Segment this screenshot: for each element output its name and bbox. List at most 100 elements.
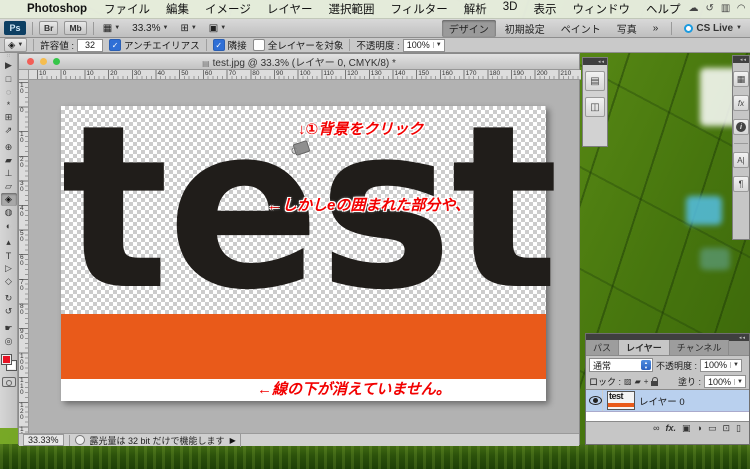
history-panel-icon[interactable]: ◫ — [585, 97, 605, 117]
tool-pen[interactable]: ▴ — [1, 236, 17, 249]
lock-pixels-icon[interactable]: ▰ — [635, 377, 641, 386]
panel-grip[interactable]: ∷ — [7, 54, 10, 59]
workspace-default[interactable]: 初期設定 — [498, 20, 552, 37]
styles-panel-icon[interactable]: fx — [733, 95, 749, 111]
tool-lasso[interactable]: ◌ — [1, 85, 17, 98]
layer-name[interactable]: レイヤー 0 — [639, 394, 685, 408]
cs-live-button[interactable]: CS Live ▼ — [684, 23, 742, 34]
workspace-more[interactable]: » — [646, 22, 666, 35]
antialias-checkbox[interactable]: ✓ — [109, 39, 122, 51]
ruler-corner[interactable] — [19, 70, 29, 80]
blend-stepper-icon[interactable]: ▲ ▼ — [641, 360, 651, 370]
menu-item[interactable]: ウィンドウ — [564, 1, 638, 17]
tool-zoom[interactable]: ◎ — [1, 335, 17, 348]
fill-dropdown[interactable]: 100% ▼ — [704, 375, 746, 388]
menu-item[interactable]: 解析 — [456, 1, 495, 17]
all-layers-checkbox[interactable] — [252, 39, 265, 51]
layer-row[interactable]: test レイヤー 0 — [586, 390, 749, 412]
tool-clone-stamp[interactable]: ⊥ — [1, 167, 17, 180]
tool-3d-rotate[interactable]: ↻ — [1, 292, 17, 305]
workspace-photo[interactable]: 写真 — [610, 20, 644, 37]
bridge-button[interactable]: Br — [39, 21, 59, 35]
paragraph-panel-icon[interactable]: ¶ — [733, 176, 749, 192]
tool-hand[interactable]: ☛ — [1, 322, 17, 335]
contiguous-checkbox[interactable]: ✓ — [212, 39, 225, 51]
new-group-icon[interactable]: ▭ — [708, 424, 717, 433]
tool-brush[interactable]: ▰ — [1, 154, 17, 167]
layer-style-icon[interactable]: fx. — [666, 424, 677, 433]
workspace-design[interactable]: デザイン — [441, 19, 496, 37]
tab-paths[interactable]: パス — [586, 340, 620, 355]
screen-mode-button[interactable]: ▣ ▼ — [206, 23, 229, 34]
ps-logo[interactable]: Ps — [4, 21, 26, 35]
dock-header[interactable]: ◂◂ — [733, 56, 749, 63]
canvas-area[interactable]: test ↓①背景をクリック ←しかしeの囲まれた部分や、 ←線の下が消えていま… — [29, 80, 581, 433]
lock-all-icon[interactable] — [651, 377, 659, 386]
tool-paint-bucket[interactable]: ◈ — [0, 193, 17, 206]
tool-type[interactable]: T — [1, 249, 17, 262]
canvas-image[interactable]: test ↓①背景をクリック ←しかしeの囲まれた部分や、 ←線の下が消えていま… — [61, 96, 559, 401]
display-icon[interactable]: ▥ — [721, 4, 730, 14]
cloud-icon[interactable]: ☁ — [688, 4, 698, 14]
character-panel-icon[interactable]: A| — [733, 152, 749, 168]
menu-item[interactable]: 3D — [495, 1, 526, 17]
menu-item[interactable]: ヘルプ — [638, 1, 689, 17]
horizontal-ruler[interactable]: 10 0 10 20 30 40 50 60 70 80 90 100 110 120 130 140 150 1… — [29, 70, 581, 80]
tolerance-input[interactable]: 32 — [77, 38, 104, 52]
view-extras-button[interactable]: ▦ ▼ — [100, 23, 123, 34]
status-zoom-input[interactable]: 33.33% — [23, 434, 64, 446]
tool-blur[interactable]: ◍ — [1, 206, 17, 219]
link-layers-icon[interactable]: ∞ — [653, 424, 659, 433]
tool-3d-roll[interactable]: ↺ — [1, 305, 17, 318]
mini-bridge-button[interactable]: Mb — [64, 21, 87, 35]
menu-item[interactable]: ファイル — [96, 1, 158, 17]
tab-channels[interactable]: チャンネル — [669, 340, 730, 355]
tool-spot-healing[interactable]: ⊕ — [1, 141, 17, 154]
time-machine-icon[interactable]: ↺ — [705, 4, 713, 14]
tool-move[interactable]: ▶ — [1, 59, 17, 72]
lock-transparency-icon[interactable]: ▨ — [624, 377, 632, 386]
opacity-dropdown[interactable]: 100% ▼ — [402, 38, 445, 52]
menu-photoshop[interactable]: Photoshop — [18, 3, 96, 15]
quick-mask-button[interactable] — [1, 377, 16, 387]
wifi-icon[interactable]: ◠ — [737, 4, 745, 14]
dock-header[interactable]: ◂◂ — [583, 58, 607, 65]
zoom-level-dropdown[interactable]: 33.3% ▼ — [129, 23, 171, 34]
tool-path-selection[interactable]: ▷ — [1, 262, 17, 275]
menu-item[interactable]: 選択範囲 — [320, 1, 382, 17]
vertical-ruler[interactable]: 100102030405060708090100110120130 — [19, 80, 29, 433]
foreground-color-swatch[interactable] — [0, 354, 12, 365]
tool-eyedropper[interactable]: ⇗ — [1, 124, 17, 137]
lock-position-icon[interactable]: + — [644, 377, 649, 386]
layer-mask-icon[interactable]: ▣ — [682, 424, 691, 433]
workspace-paint[interactable]: ペイント — [554, 20, 608, 37]
layer-visibility-toggle[interactable] — [588, 390, 603, 411]
layer-thumbnail[interactable]: test — [607, 391, 635, 410]
adjustment-layer-icon[interactable]: ◑ — [697, 424, 702, 433]
delete-layer-icon[interactable]: ▯ — [736, 424, 741, 433]
document-title-bar[interactable]: ▤ test.jpg @ 33.3% (レイヤー 0, CMYK/8) * — [19, 54, 579, 70]
tool-magic-wand[interactable]: * — [1, 98, 17, 111]
blend-mode-select[interactable]: 通常 ▲ ▼ — [589, 358, 653, 372]
tool-dodge[interactable]: ◐ — [1, 219, 17, 232]
status-arrow-icon[interactable]: ▶ — [230, 436, 236, 445]
status-message-box[interactable]: 露光量は 32 bit だけで機能します ▶ — [74, 433, 241, 447]
info-panel-icon[interactable]: i — [733, 119, 749, 135]
layer-opacity-dropdown[interactable]: 100% ▼ — [700, 358, 742, 372]
tool-shape[interactable]: ◇ — [1, 275, 17, 288]
tool-preset-picker[interactable]: ◈ ▼ — [4, 38, 28, 52]
menu-item[interactable]: フィルター — [382, 1, 455, 17]
tool-eraser[interactable]: ▱ — [1, 180, 17, 193]
swatches-panel-icon[interactable]: ▦ — [733, 71, 749, 87]
menu-item[interactable]: レイヤー — [259, 1, 321, 17]
tool-crop[interactable]: ⊞ — [1, 111, 17, 124]
arrange-documents-button[interactable]: ⊞ ▼ — [177, 23, 199, 34]
tool-marquee[interactable]: □ — [1, 72, 17, 85]
menu-item[interactable]: 表示 — [525, 1, 564, 17]
navigator-panel-icon[interactable]: ▤ — [585, 71, 605, 91]
menu-item[interactable]: 編集 — [158, 1, 197, 17]
new-layer-icon[interactable]: ⊡ — [723, 424, 731, 433]
menu-item[interactable]: イメージ — [197, 1, 259, 17]
orange-bar[interactable] — [61, 314, 546, 379]
tab-layers[interactable]: レイヤー — [619, 340, 670, 355]
